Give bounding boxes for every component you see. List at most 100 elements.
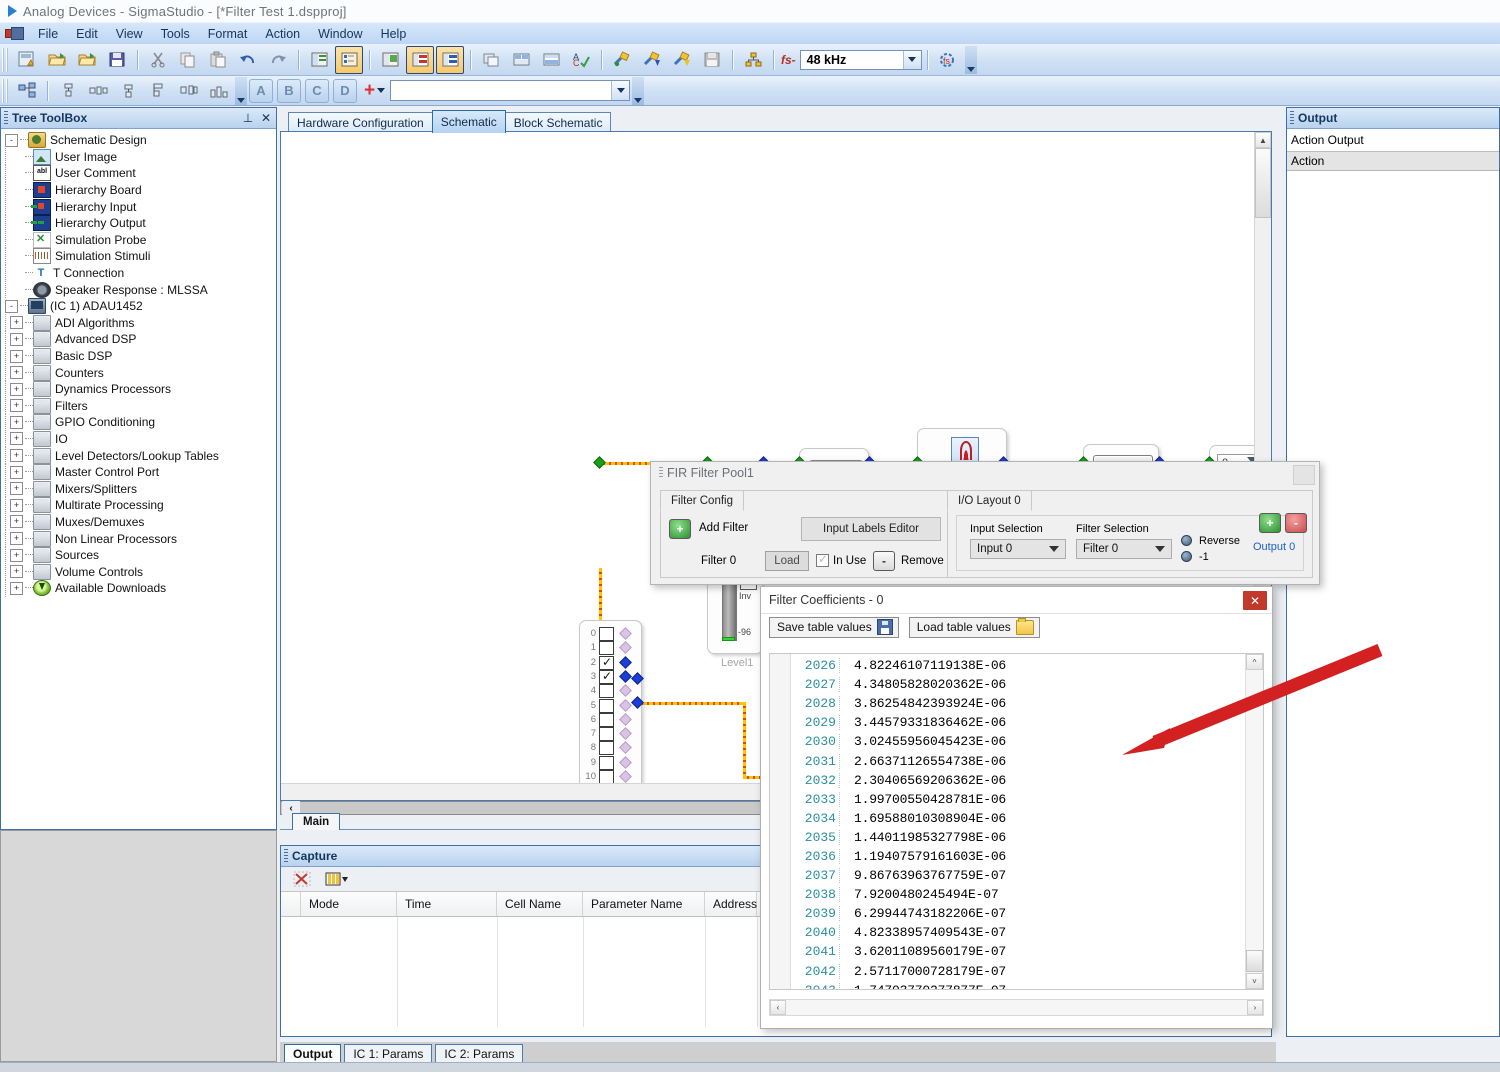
coefficients-rows[interactable]: 2026 4.82246107119138E-06 2027 4.3480582802… <box>790 656 1245 989</box>
menu-tools[interactable]: Tools <box>152 25 199 43</box>
coefficient-row[interactable]: 2026 4.82246107119138E-06 <box>790 656 1245 675</box>
coefficient-value[interactable]: 3.62011089560179E-07 <box>840 944 1006 959</box>
open-recent-icon[interactable] <box>73 46 101 74</box>
coefficient-value[interactable]: 6.29944743182206E-07 <box>840 906 1006 921</box>
tree-node-schematic-design[interactable]: - Schematic Design <box>1 132 276 149</box>
asrc-channel-pin[interactable] <box>619 741 632 755</box>
tree-node-simulation-probe[interactable]: Simulation Probe <box>1 231 276 249</box>
tree-expander-icon[interactable]: + <box>10 449 23 463</box>
redo-icon[interactable] <box>264 46 292 74</box>
fir-dialog-close-button[interactable] <box>1293 465 1315 485</box>
chevron-down-icon[interactable] <box>611 81 630 100</box>
scroll-right-icon[interactable]: › <box>1247 1000 1263 1015</box>
document-tab-schematic[interactable]: Schematic <box>431 110 506 133</box>
tab-filter-config[interactable]: Filter Config <box>660 490 744 511</box>
cut-icon[interactable] <box>144 46 172 74</box>
coefficient-value[interactable]: 3.44579331836462E-06 <box>840 715 1006 730</box>
filter-coefficients-dialog[interactable]: Filter Coefficients - 0 ✕ Save table val… <box>760 586 1273 1029</box>
tree-node-simulation-stimuli[interactable]: Simulation Stimuli <box>1 247 276 265</box>
tree-node-user-image[interactable]: User Image <box>1 148 276 166</box>
close-icon[interactable]: ✕ <box>1243 591 1267 610</box>
coefficient-value[interactable]: 3.86254842393924E-06 <box>840 696 1006 711</box>
sample-rate-combo[interactable]: 48 kHz <box>799 49 922 70</box>
asrc-channel-checkbox[interactable]: ✓ <box>599 669 614 684</box>
tree-expander-icon[interactable]: + <box>10 498 23 512</box>
coefficient-row[interactable]: 2041 3.62011089560179E-07 <box>790 942 1245 961</box>
preset-c-button[interactable]: C <box>305 78 329 103</box>
add-io-button[interactable]: + <box>1259 513 1281 533</box>
load-filter-button[interactable]: Load <box>765 551 809 571</box>
align-right-icon[interactable] <box>174 77 202 105</box>
coefficient-value[interactable]: 1.69588010308904E-06 <box>840 811 1006 826</box>
asrc-channel-checkbox[interactable] <box>599 770 614 783</box>
asrc-channel-pin[interactable] <box>619 727 632 740</box>
filter-selection-dropdown[interactable]: Filter 0 <box>1076 539 1172 559</box>
input-labels-editor-button[interactable]: Input Labels Editor <box>801 517 941 541</box>
align-bottom-icon[interactable] <box>114 77 142 105</box>
add-preset-button[interactable]: + <box>364 81 375 100</box>
asrc-channel-checkbox[interactable] <box>599 741 614 756</box>
asrc-channel-checkbox[interactable]: ✓ <box>599 655 614 670</box>
align-left-icon[interactable] <box>144 77 172 105</box>
new-project-icon[interactable] <box>13 46 41 74</box>
coefficient-value[interactable]: 1.74703770277877E-07 <box>840 983 1006 989</box>
split-horizontal-icon[interactable] <box>507 46 535 74</box>
tree-node-gpio-conditioning[interactable]: + GPIO Conditioning <box>1 413 276 431</box>
minus-one-radio[interactable] <box>1181 551 1192 562</box>
toolbar-grip-2[interactable] <box>2 78 9 103</box>
menu-edit[interactable]: Edit <box>67 25 107 43</box>
fir-filter-pool-dialog[interactable]: FIR Filter Pool1 Filter Config + Add Fil… <box>650 461 1320 585</box>
clear-capture-icon[interactable] <box>288 865 316 893</box>
coefficient-row[interactable]: 2030 3.02455956045423E-06 <box>790 732 1245 751</box>
coefficient-value[interactable]: 4.82338957409543E-07 <box>840 925 1006 940</box>
scroll-up-icon[interactable]: ^ <box>1246 654 1263 670</box>
asrc-channel-pin[interactable] <box>619 770 632 783</box>
preset-select[interactable] <box>390 80 631 101</box>
coefficient-value[interactable]: 9.86763963767759E-07 <box>840 868 1006 883</box>
copy-icon[interactable] <box>174 46 202 74</box>
asrc-channel-checkbox[interactable] <box>599 641 614 656</box>
coefficient-row[interactable]: 2036 1.19407579161603E-06 <box>790 847 1245 866</box>
coefficient-row[interactable]: 2033 1.99700550428781E-06 <box>790 790 1245 809</box>
open-project-icon[interactable] <box>43 46 71 74</box>
asrc-channel-checkbox[interactable] <box>599 727 614 742</box>
tree-node-counters[interactable]: + Counters <box>1 364 276 382</box>
tree-node-hierarchy-input[interactable]: Hierarchy Input <box>1 198 276 216</box>
coefficient-row[interactable]: 2028 3.86254842393924E-06 <box>790 694 1245 713</box>
output-window-icon[interactable] <box>436 45 464 74</box>
tree-expander-icon[interactable]: + <box>10 581 23 595</box>
coefficient-value[interactable]: 1.19407579161603E-06 <box>840 849 1006 864</box>
drag-handle-icon[interactable] <box>659 467 663 479</box>
tree-expander-icon[interactable]: - <box>5 133 18 147</box>
output-link[interactable]: Output 0 <box>1253 541 1295 553</box>
link-compile-download-icon[interactable] <box>608 46 636 74</box>
preset-d-button[interactable]: D <box>333 78 357 103</box>
menu-view[interactable]: View <box>107 25 152 43</box>
tree-expander-icon[interactable]: + <box>10 349 23 363</box>
asrc-channel-pin[interactable] <box>619 670 632 683</box>
input-selection-dropdown[interactable]: Input 0 <box>970 539 1066 559</box>
choose-columns-icon[interactable] <box>322 865 354 893</box>
tree-node-muxes-demuxes[interactable]: + Muxes/Demuxes <box>1 513 276 531</box>
in-use-checkbox[interactable] <box>816 552 829 567</box>
undo-icon[interactable] <box>234 46 262 74</box>
asrc-channel-checkbox[interactable] <box>599 755 614 770</box>
asrc-channel-pin[interactable] <box>619 755 632 769</box>
align-middle-icon[interactable] <box>84 77 112 105</box>
chevron-down-icon[interactable] <box>1049 546 1059 552</box>
coefficient-row[interactable]: 2029 3.44579331836462E-06 <box>790 713 1245 732</box>
tree-expander-icon[interactable]: + <box>10 565 23 579</box>
tree-expander-icon[interactable]: + <box>10 548 23 562</box>
coefficient-row[interactable]: 2034 1.69588010308904E-06 <box>790 809 1245 828</box>
tree-node-multirate-processing[interactable]: + Multirate Processing <box>1 496 276 514</box>
coefficient-row[interactable]: 2038 7.9200480245494E-07 <box>790 885 1245 904</box>
schematic-view-icon[interactable] <box>335 45 363 74</box>
remove-filter-button[interactable]: - <box>873 551 895 571</box>
asrc-channel-pin[interactable] <box>619 712 632 726</box>
coefficients-title-bar[interactable]: Filter Coefficients - 0 ✕ <box>761 587 1272 614</box>
asrc-channel-pin[interactable] <box>619 655 632 669</box>
tree-node-filters[interactable]: + Filters <box>1 397 276 415</box>
capture-column-time[interactable]: Time <box>397 892 497 916</box>
close-icon[interactable]: ✕ <box>258 110 274 126</box>
asrc-channel-pin[interactable] <box>619 627 632 640</box>
